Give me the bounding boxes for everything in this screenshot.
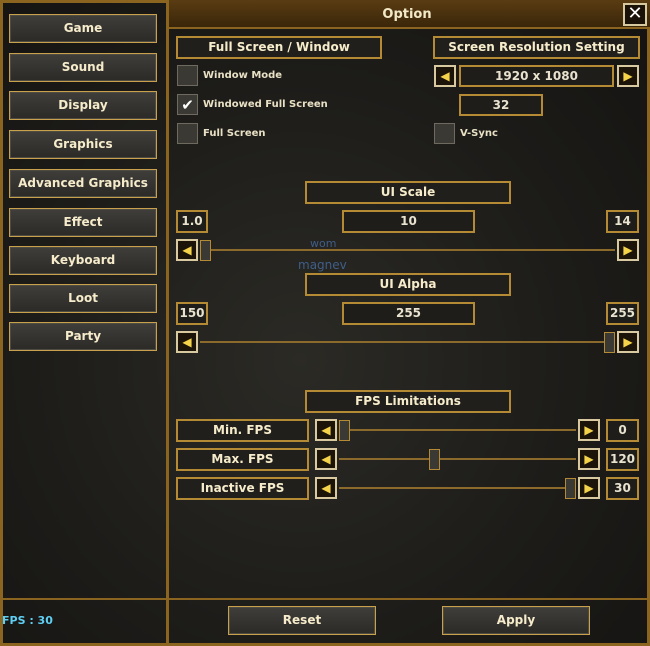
min-fps-slider-track[interactable] xyxy=(339,429,576,431)
ui-scale-current: 10 xyxy=(342,210,475,233)
arrow-right-icon: ▶ xyxy=(623,69,633,83)
arrow-right-icon: ▶ xyxy=(623,243,633,257)
window-mode-checkbox[interactable] xyxy=(177,65,198,86)
inactive-fps-increase-button[interactable]: ▶ xyxy=(578,477,600,499)
inactive-fps-slider-track[interactable] xyxy=(339,487,576,489)
resolution-next-button[interactable]: ▶ xyxy=(617,65,639,87)
color-depth-value: 32 xyxy=(459,94,543,116)
inactive-fps-value: 30 xyxy=(606,477,639,500)
ui-scale-min: 1.0 xyxy=(176,210,208,233)
fps-limitations-header: FPS Limitations xyxy=(305,390,511,413)
arrow-right-icon: ▶ xyxy=(584,481,594,495)
ui-alpha-max: 255 xyxy=(606,302,639,325)
vsync-label: V-Sync xyxy=(460,128,498,139)
max-fps-label: Max. FPS xyxy=(176,448,309,471)
windowed-full-screen-checkbox[interactable]: ✔ xyxy=(177,94,198,115)
sidebar-item-sound[interactable]: Sound xyxy=(9,53,157,82)
arrow-left-icon: ◀ xyxy=(182,243,192,257)
ui-scale-decrease-button[interactable]: ◀ xyxy=(176,239,198,261)
arrow-left-icon: ◀ xyxy=(440,69,450,83)
ui-scale-slider-track[interactable] xyxy=(200,249,615,251)
min-fps-increase-button[interactable]: ▶ xyxy=(578,419,600,441)
sidebar-item-keyboard[interactable]: Keyboard xyxy=(9,246,157,275)
apply-button[interactable]: Apply xyxy=(442,606,590,635)
arrow-right-icon: ▶ xyxy=(584,423,594,437)
full-screen-label: Full Screen xyxy=(203,128,266,139)
arrow-right-icon: ▶ xyxy=(584,452,594,466)
ui-alpha-decrease-button[interactable]: ◀ xyxy=(176,331,198,353)
close-icon: ✕ xyxy=(627,3,643,24)
sidebar-item-graphics[interactable]: Graphics xyxy=(9,130,157,159)
resolution-prev-button[interactable]: ◀ xyxy=(434,65,456,87)
windowed-full-screen-label: Windowed Full Screen xyxy=(203,99,328,110)
arrow-left-icon: ◀ xyxy=(182,335,192,349)
ui-alpha-header: UI Alpha xyxy=(305,273,511,296)
footer-divider xyxy=(0,598,650,600)
max-fps-slider-track[interactable] xyxy=(339,458,576,460)
sidebar-item-game[interactable]: Game xyxy=(9,14,157,43)
sidebar-item-advanced-graphics[interactable]: Advanced Graphics xyxy=(9,169,157,198)
close-button[interactable]: ✕ xyxy=(623,3,647,26)
ui-alpha-slider-thumb[interactable] xyxy=(604,332,615,353)
sidebar-item-display[interactable]: Display xyxy=(9,91,157,120)
sidebar-item-effect[interactable]: Effect xyxy=(9,208,157,237)
inactive-fps-label: Inactive FPS xyxy=(176,477,309,500)
fps-readout: FPS : 30 xyxy=(2,614,53,627)
max-fps-increase-button[interactable]: ▶ xyxy=(578,448,600,470)
ui-scale-max: 14 xyxy=(606,210,639,233)
ui-scale-slider-thumb[interactable] xyxy=(200,240,211,261)
sidebar-divider xyxy=(166,0,169,646)
max-fps-decrease-button[interactable]: ◀ xyxy=(315,448,337,470)
sidebar-item-loot[interactable]: Loot xyxy=(9,284,157,313)
min-fps-label: Min. FPS xyxy=(176,419,309,442)
screen-mode-header: Full Screen / Window xyxy=(176,36,382,59)
max-fps-slider-thumb[interactable] xyxy=(429,449,441,470)
full-screen-checkbox[interactable] xyxy=(177,123,198,144)
window-title: Option xyxy=(382,7,432,22)
vsync-checkbox[interactable] xyxy=(434,123,455,144)
resolution-header: Screen Resolution Setting xyxy=(433,36,640,59)
arrow-left-icon: ◀ xyxy=(321,452,331,466)
ui-alpha-min: 150 xyxy=(176,302,208,325)
min-fps-decrease-button[interactable]: ◀ xyxy=(315,419,337,441)
resolution-value: 1920 x 1080 xyxy=(459,65,614,87)
ui-alpha-current: 255 xyxy=(342,302,475,325)
min-fps-value: 0 xyxy=(606,419,639,442)
inactive-fps-slider-thumb[interactable] xyxy=(565,478,576,499)
ui-alpha-slider-track[interactable] xyxy=(200,341,615,343)
ui-alpha-increase-button[interactable]: ▶ xyxy=(617,331,639,353)
reset-button[interactable]: Reset xyxy=(228,606,376,635)
checkmark-icon: ✔ xyxy=(181,96,194,114)
sidebar-item-party[interactable]: Party xyxy=(9,322,157,351)
window-mode-label: Window Mode xyxy=(203,70,283,81)
max-fps-value: 120 xyxy=(606,448,639,471)
inactive-fps-decrease-button[interactable]: ◀ xyxy=(315,477,337,499)
ui-scale-header: UI Scale xyxy=(305,181,511,204)
arrow-left-icon: ◀ xyxy=(321,481,331,495)
min-fps-slider-thumb[interactable] xyxy=(339,420,350,441)
arrow-right-icon: ▶ xyxy=(623,335,633,349)
arrow-left-icon: ◀ xyxy=(321,423,331,437)
ui-scale-increase-button[interactable]: ▶ xyxy=(617,239,639,261)
